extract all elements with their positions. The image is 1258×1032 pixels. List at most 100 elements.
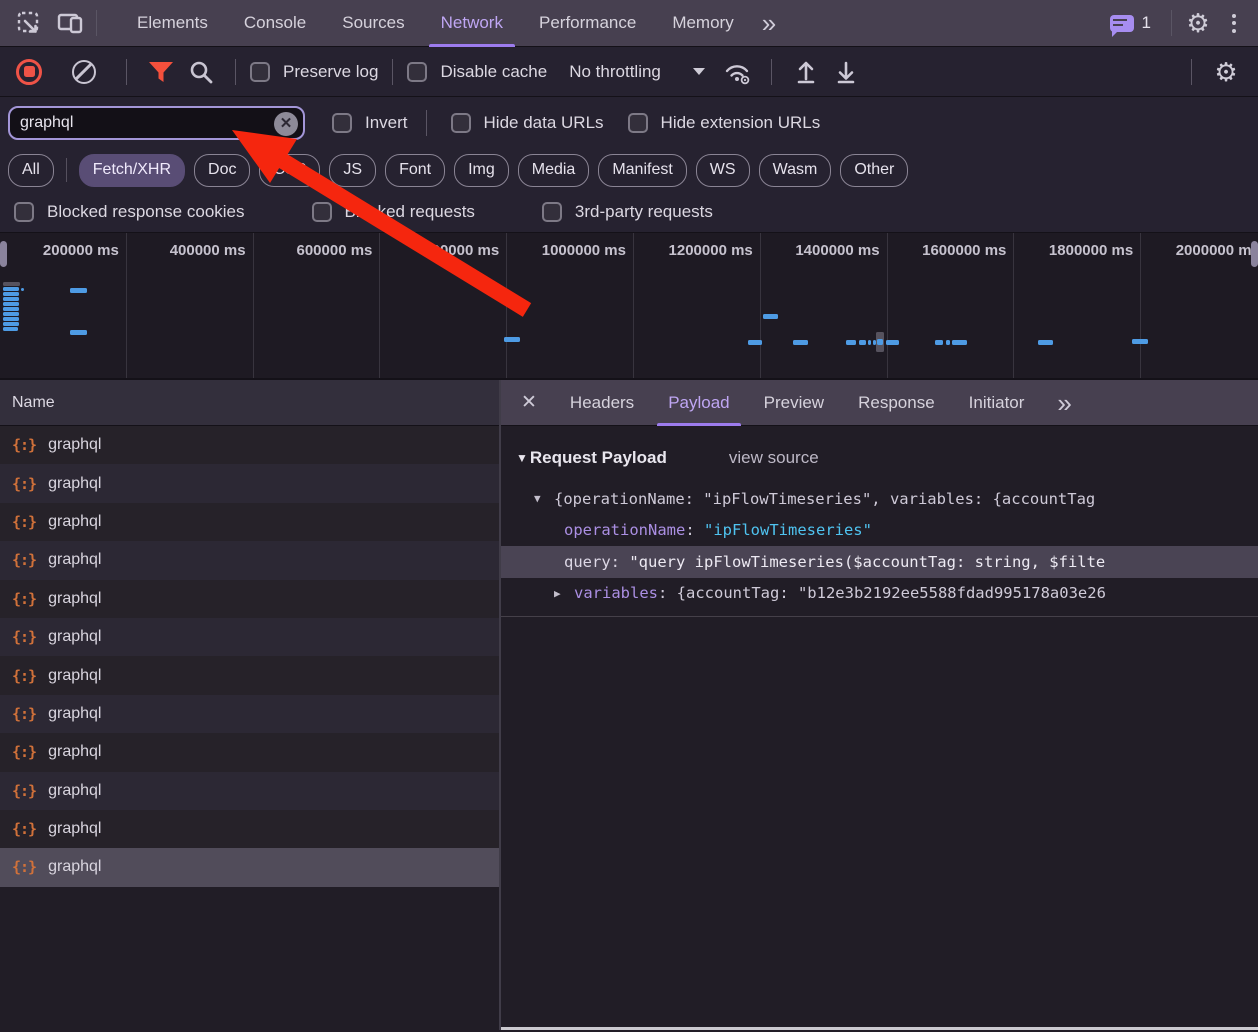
tab-sources[interactable]: Sources: [324, 0, 422, 47]
network-toolbar: Preserve log Disable cache No throttling: [0, 47, 1258, 97]
request-row[interactable]: {:}graphql: [0, 503, 499, 541]
clear-network-log-icon[interactable]: [72, 60, 96, 84]
chip-css[interactable]: CSS: [259, 154, 320, 187]
view-source-link[interactable]: view source: [729, 448, 819, 468]
overview-right-handle[interactable]: [1251, 241, 1258, 267]
details-tab-initiator[interactable]: Initiator: [952, 380, 1042, 426]
request-row[interactable]: {:}graphql: [0, 695, 499, 733]
toolbar-divider-4: [771, 59, 772, 85]
request-row[interactable]: {:}graphql: [0, 810, 499, 848]
network-activity-bar: [935, 340, 943, 345]
search-icon[interactable]: [181, 52, 221, 92]
section-collapse-icon[interactable]: ▼: [516, 451, 528, 465]
more-details-tabs-icon[interactable]: »: [1047, 383, 1081, 423]
json-file-icon: {:}: [12, 590, 36, 608]
blocked-response-cookies-label: Blocked response cookies: [47, 202, 245, 222]
request-row[interactable]: {:}graphql: [0, 426, 499, 464]
disable-cache-checkbox[interactable]: [407, 62, 427, 82]
chip-doc[interactable]: Doc: [194, 154, 250, 187]
chip-font[interactable]: Font: [385, 154, 445, 187]
record-network-log-button[interactable]: [16, 59, 42, 85]
disable-cache-toggle[interactable]: Disable cache: [407, 62, 547, 82]
request-row[interactable]: {:}graphql: [0, 464, 499, 502]
request-row[interactable]: {:}graphql: [0, 618, 499, 656]
chip-js[interactable]: JS: [329, 154, 376, 187]
network-activity-bar: [3, 287, 19, 291]
network-activity-bar: [868, 340, 871, 345]
invert-checkbox[interactable]: [332, 113, 352, 133]
request-row[interactable]: {:}graphql: [0, 733, 499, 771]
device-toolbar-icon[interactable]: [50, 3, 90, 43]
tab-console[interactable]: Console: [226, 0, 324, 47]
3rd-party-requests-toggle[interactable]: 3rd-party requests: [542, 202, 713, 222]
more-panels-icon[interactable]: »: [752, 3, 786, 43]
settings-gear-icon[interactable]: ⚙: [1178, 3, 1218, 43]
blocked-response-cookies-toggle[interactable]: Blocked response cookies: [14, 202, 245, 222]
chip-img[interactable]: Img: [454, 154, 509, 187]
payload-line[interactable]: ▶variables: {accountTag: "b12e3b2192ee55…: [501, 578, 1258, 610]
overview-left-handle[interactable]: [0, 241, 7, 267]
details-tab-headers[interactable]: Headers: [553, 380, 651, 426]
request-row[interactable]: {:}graphql: [0, 772, 499, 810]
chip-other[interactable]: Other: [840, 154, 908, 187]
preserve-log-checkbox[interactable]: [250, 62, 270, 82]
3rd-party-requests-checkbox[interactable]: [542, 202, 562, 222]
request-payload-section[interactable]: ▼ Request Payload view source: [501, 438, 1258, 478]
request-row[interactable]: {:}graphql: [0, 848, 499, 886]
chip-ws[interactable]: WS: [696, 154, 750, 187]
hide-data-urls-toggle[interactable]: Hide data URLs: [451, 113, 604, 133]
network-activity-bar: [3, 317, 19, 321]
tab-memory[interactable]: Memory: [654, 0, 751, 47]
tab-elements[interactable]: Elements: [119, 0, 226, 47]
network-conditions-icon[interactable]: [717, 52, 757, 92]
expanded-arrow-icon[interactable]: ▼: [534, 492, 554, 505]
chip-fetch-xhr[interactable]: Fetch/XHR: [79, 154, 185, 187]
network-settings-gear-icon[interactable]: ⚙: [1206, 52, 1246, 92]
network-activity-bar: [3, 307, 19, 311]
chip-wasm[interactable]: Wasm: [759, 154, 832, 187]
chip-media[interactable]: Media: [518, 154, 590, 187]
network-activity-bar: [3, 292, 19, 296]
filter-funnel-icon[interactable]: [141, 52, 181, 92]
kebab-menu-icon[interactable]: [1218, 14, 1250, 33]
hide-extension-urls-checkbox[interactable]: [628, 113, 648, 133]
network-activity-bar: [748, 340, 762, 345]
network-activity-bar: [21, 288, 24, 291]
blocked-response-cookies-checkbox[interactable]: [14, 202, 34, 222]
import-har-icon[interactable]: [786, 52, 826, 92]
chip-all[interactable]: All: [8, 154, 54, 187]
hide-data-urls-checkbox[interactable]: [451, 113, 471, 133]
inspect-element-icon[interactable]: [10, 3, 50, 43]
dropdown-caret-icon: [693, 68, 705, 75]
tab-network[interactable]: Network: [423, 0, 521, 47]
chip-manifest[interactable]: Manifest: [598, 154, 686, 187]
name-column-header[interactable]: Name: [0, 380, 499, 426]
invert-toggle[interactable]: Invert: [332, 113, 408, 133]
payload-line[interactable]: query: "query ipFlowTimeseries($accountT…: [501, 546, 1258, 578]
request-row[interactable]: {:}graphql: [0, 580, 499, 618]
payload-line[interactable]: operationName: "ipFlowTimeseries": [501, 515, 1258, 547]
request-row[interactable]: {:}graphql: [0, 541, 499, 579]
network-overview-timeline[interactable]: 200000 ms400000 ms600000 ms800000 ms1000…: [0, 232, 1258, 380]
filter-input[interactable]: graphql ✕: [8, 106, 305, 140]
details-tab-response[interactable]: Response: [841, 380, 952, 426]
network-activity-bar: [70, 330, 87, 335]
collapsed-arrow-icon[interactable]: ▶: [554, 587, 574, 600]
details-tab-preview[interactable]: Preview: [747, 380, 841, 426]
details-tab-payload[interactable]: Payload: [651, 380, 746, 426]
issues-counter[interactable]: 1: [1110, 13, 1151, 33]
payload-line[interactable]: ▼{operationName: "ipFlowTimeseries", var…: [501, 483, 1258, 515]
throttling-select[interactable]: No throttling: [569, 62, 705, 82]
blocked-requests-checkbox[interactable]: [312, 202, 332, 222]
request-name: graphql: [48, 782, 101, 800]
request-row[interactable]: {:}graphql: [0, 656, 499, 694]
blocked-requests-toggle[interactable]: Blocked requests: [312, 202, 475, 222]
close-details-icon[interactable]: ✕: [501, 391, 553, 414]
export-har-icon[interactable]: [826, 52, 866, 92]
hide-extension-urls-toggle[interactable]: Hide extension URLs: [628, 113, 821, 133]
toolbar-divider-1: [126, 59, 127, 85]
preserve-log-toggle[interactable]: Preserve log: [250, 62, 378, 82]
tab-performance[interactable]: Performance: [521, 0, 654, 47]
clear-filter-icon[interactable]: ✕: [274, 112, 298, 136]
network-activity-bar: [3, 327, 18, 331]
